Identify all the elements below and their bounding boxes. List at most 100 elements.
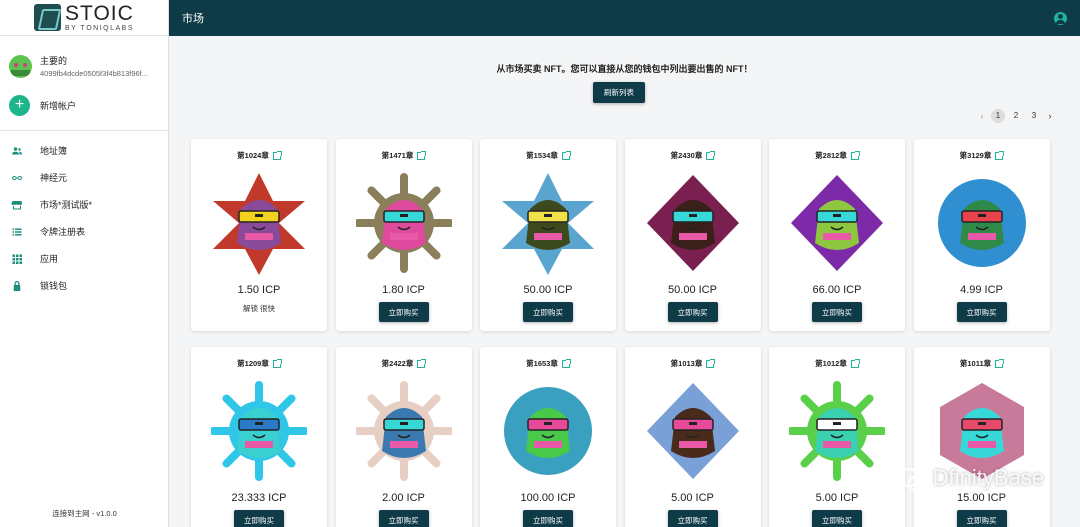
nft-image[interactable] bbox=[645, 169, 741, 277]
buy-now-button[interactable]: 立即购买 bbox=[956, 302, 1007, 322]
nft-price: 5.00 ICP bbox=[815, 492, 859, 504]
stoic-logo-icon bbox=[34, 4, 62, 31]
external-link-icon[interactable] bbox=[995, 150, 1005, 160]
unlock-note: 解锁 很快 bbox=[242, 304, 276, 313]
external-link-icon[interactable] bbox=[417, 150, 427, 160]
logo[interactable]: STOIC BY TONIQLABS bbox=[0, 0, 168, 36]
buy-now-button[interactable]: 立即购买 bbox=[667, 302, 718, 322]
nft-price: 1.50 ICP bbox=[237, 284, 281, 296]
buy-now-button[interactable]: 立即购买 bbox=[234, 510, 284, 527]
nft-id: 第1012章 bbox=[815, 359, 847, 368]
nft-id: 第1471章 bbox=[381, 151, 414, 160]
external-link-icon[interactable] bbox=[272, 358, 282, 368]
wechat-icon bbox=[896, 466, 929, 492]
page-1-button[interactable]: 1 bbox=[991, 109, 1005, 123]
nft-id: 第1209章 bbox=[237, 359, 269, 368]
external-link-icon[interactable] bbox=[850, 358, 860, 368]
add-account-button[interactable]: + 新增帐户 bbox=[0, 84, 168, 118]
account-name: 主要的 bbox=[40, 56, 68, 66]
logo-name: STOIC bbox=[65, 2, 134, 25]
nft-image[interactable] bbox=[500, 377, 596, 485]
account-selector[interactable]: 主要的 4099fb4dcde0505f3f4b813f96f... bbox=[0, 36, 168, 84]
nft-card[interactable]: 第1013章 5.00 ICP 立即购买 bbox=[624, 347, 761, 527]
nft-card[interactable]: 第3129章 4.99 ICP 立即购买 bbox=[913, 139, 1050, 331]
sidebar-item-neurons[interactable]: 神经元 bbox=[0, 164, 168, 191]
contacts-icon bbox=[11, 145, 23, 157]
nft-id: 第1534章 bbox=[526, 151, 558, 160]
sidebar-item-lock-wallet[interactable]: 锁钱包 bbox=[0, 272, 168, 299]
account-address: 4099fb4dcde0505f3f4b813f96f... bbox=[40, 69, 149, 78]
nft-card[interactable]: 第1012章 5.00 ICP 立即购买 bbox=[769, 347, 905, 527]
buy-now-button[interactable]: 立即购买 bbox=[812, 302, 862, 322]
nft-id: 第1013章 bbox=[670, 359, 703, 368]
store-icon bbox=[11, 199, 23, 211]
sidebar-item-address-book[interactable]: 地址簿 bbox=[0, 137, 168, 164]
buy-now-button[interactable]: 立即购买 bbox=[956, 510, 1007, 527]
nft-card-title: 第1013章 bbox=[625, 358, 761, 369]
nft-image[interactable] bbox=[355, 169, 452, 277]
page-3-button[interactable]: 3 bbox=[1027, 109, 1041, 123]
buy-now-button[interactable]: 立即购买 bbox=[378, 302, 429, 322]
nft-card[interactable]: 第2422章 2.00 ICP 立即购买 bbox=[335, 347, 472, 527]
nft-id: 第2812章 bbox=[815, 151, 847, 160]
nft-id: 第2430章 bbox=[670, 151, 703, 160]
watermark-text: DfinityBase bbox=[932, 465, 1044, 490]
external-link-icon[interactable] bbox=[561, 358, 571, 368]
nft-card[interactable]: 第1024章 1.50 ICP 解锁 很快 bbox=[191, 139, 327, 331]
sidebar-item-marketplace[interactable]: 市场*测试版* bbox=[0, 191, 168, 218]
buy-now-button[interactable]: 立即购买 bbox=[667, 510, 718, 527]
nft-card-title: 第1209章 bbox=[191, 358, 327, 369]
nft-image[interactable] bbox=[789, 169, 885, 277]
page-2-button[interactable]: 2 bbox=[1009, 109, 1023, 123]
nft-price: 50.00 ICP bbox=[668, 284, 717, 296]
nft-card[interactable]: 第1471章 1.80 ICP 立即购买 bbox=[335, 139, 472, 331]
chevron-left-icon[interactable]: ‹ bbox=[977, 111, 987, 121]
nft-card-title: 第2430章 bbox=[625, 150, 761, 161]
nft-price: 100.00 ICP bbox=[520, 492, 576, 504]
external-link-icon[interactable] bbox=[706, 358, 716, 368]
buy-now-button[interactable]: 立即购买 bbox=[378, 510, 429, 527]
sidebar-item-label: 应用 bbox=[40, 254, 59, 264]
nft-image[interactable] bbox=[500, 169, 596, 277]
buy-now-button[interactable]: 立即购买 bbox=[812, 510, 862, 527]
external-link-icon[interactable] bbox=[850, 150, 860, 160]
nft-card[interactable]: 第1653章 100.00 ICP 立即购买 bbox=[480, 347, 616, 527]
nft-image[interactable] bbox=[789, 377, 885, 485]
external-link-icon[interactable] bbox=[706, 150, 716, 160]
nft-image[interactable] bbox=[645, 377, 741, 485]
sidebar-item-label: 锁钱包 bbox=[40, 281, 68, 291]
nft-id: 第3129章 bbox=[959, 151, 992, 160]
nft-card[interactable]: 第1534章 50.00 ICP 立即购买 bbox=[480, 139, 616, 331]
nft-image[interactable] bbox=[934, 169, 1030, 277]
sidebar-item-token-registry[interactable]: 令牌注册表 bbox=[0, 218, 168, 245]
external-link-icon[interactable] bbox=[561, 150, 571, 160]
nft-card[interactable]: 第1209章 23.333 ICP 立即购买 bbox=[191, 347, 327, 527]
logo-subtitle: BY TONIQLABS bbox=[65, 25, 134, 32]
refresh-listings-button[interactable]: 刷新列表 bbox=[593, 82, 645, 103]
nft-image[interactable] bbox=[355, 377, 452, 485]
external-link-icon[interactable] bbox=[272, 150, 282, 160]
account-circle-icon[interactable] bbox=[1054, 11, 1067, 25]
external-link-icon[interactable] bbox=[995, 358, 1005, 368]
nft-price: 1.80 ICP bbox=[382, 284, 425, 296]
marketplace-content: 从市场买卖 NFT。您可以直接从您的钱包中列出要出售的 NFT！ 刷新列表 ‹ … bbox=[169, 36, 1080, 527]
buy-now-button[interactable]: 立即购买 bbox=[523, 510, 573, 527]
plus-icon: + bbox=[9, 94, 30, 116]
nft-price: 2.00 ICP bbox=[382, 492, 425, 504]
nft-card-title: 第1653章 bbox=[480, 358, 616, 369]
sidebar-item-apps[interactable]: 应用 bbox=[0, 245, 168, 272]
nft-id: 第1024章 bbox=[237, 151, 269, 160]
nft-image[interactable] bbox=[211, 169, 307, 277]
nft-card[interactable]: 第1011章 15.00 ICP 立即购买 bbox=[913, 347, 1050, 527]
sidebar-item-label: 地址簿 bbox=[40, 146, 68, 156]
nft-image[interactable] bbox=[211, 377, 307, 485]
nft-card[interactable]: 第2430章 50.00 ICP 立即购买 bbox=[624, 139, 761, 331]
nft-card[interactable]: 第2812章 66.00 ICP 立即购买 bbox=[769, 139, 905, 331]
chevron-right-icon[interactable]: › bbox=[1045, 111, 1055, 121]
account-avatar bbox=[9, 54, 32, 78]
external-link-icon[interactable] bbox=[417, 358, 427, 368]
sidebar-nav: 地址簿 神经元 市场*测试版* 令牌注册表 应用 锁钱包 bbox=[0, 131, 168, 299]
buy-now-button[interactable]: 立即购买 bbox=[523, 302, 573, 322]
lock-icon bbox=[11, 280, 23, 292]
nft-price: 4.99 ICP bbox=[960, 284, 1003, 296]
